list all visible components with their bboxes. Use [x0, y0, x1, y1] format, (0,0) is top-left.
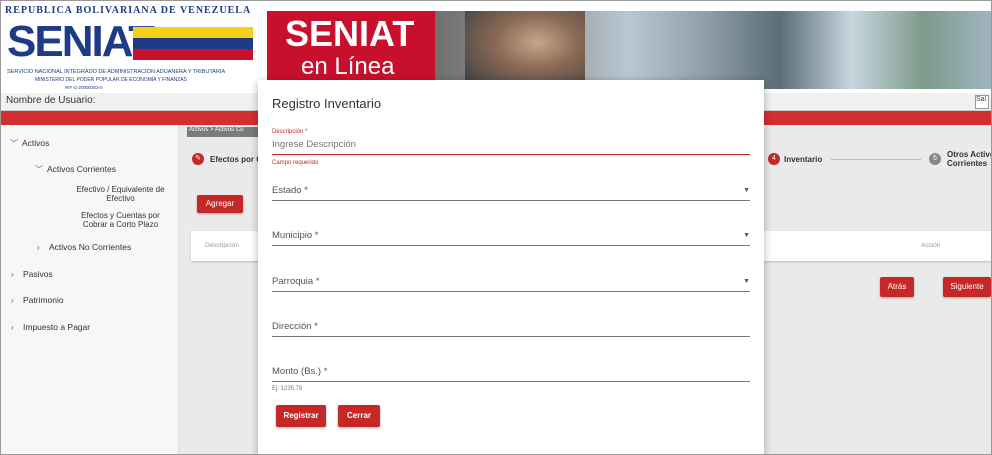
descripcion-input[interactable] [272, 139, 742, 150]
step-5-badge: 5 [929, 153, 941, 165]
dropdown-arrow-icon: ▼ [743, 278, 750, 285]
logo-wordmark: SENIAT [7, 17, 155, 66]
chevron-right-icon: › [11, 323, 14, 332]
chevron-right-icon: › [11, 270, 14, 279]
pencil-icon: ✎ [192, 153, 204, 165]
step-efectos[interactable]: Efectos por C [210, 155, 262, 164]
sidebar-item-label: Pasivos [23, 269, 53, 279]
sidebar-item-efectos[interactable]: Efectos y Cuentas por Cobrar a Corto Pla… [73, 211, 168, 229]
sidebar-item-patrimonio[interactable]: › Patrimonio [11, 295, 64, 305]
descripcion-field[interactable] [272, 139, 750, 155]
sidebar-item-activos[interactable]: ﹀ Activos [10, 138, 49, 149]
step-4-badge: 4 [768, 153, 780, 165]
sidebar-item-activos-no-corrientes[interactable]: › Activos No Corrientes [37, 242, 131, 252]
republic-line: REPUBLICA BOLIVARIANA DE VENEZUELA [5, 5, 252, 16]
registrar-button[interactable]: Registrar [276, 405, 326, 427]
direccion-field[interactable]: Dirección * [272, 321, 750, 337]
chevron-right-icon: › [37, 243, 40, 252]
flag-icon [133, 27, 253, 61]
chevron-down-icon: ﹀ [10, 139, 18, 148]
monto-field[interactable]: Monto (Bs.) * [272, 366, 750, 382]
logo-subtitle-3: RIF G-20000303-0 [65, 85, 103, 90]
sidebar-item-activos-corrientes[interactable]: ﹀ Activos Corrientes [35, 164, 116, 175]
dropdown-arrow-icon: ▼ [743, 232, 750, 239]
monto-label: Monto (Bs.) * [272, 366, 328, 377]
monto-hint: Ej: 1235,78 [272, 386, 303, 392]
step-otros-activos[interactable]: Otros Activo Corrientes [947, 150, 992, 168]
keyboard-hands-image [465, 11, 585, 89]
step-label-line: Otros Activo [947, 150, 992, 159]
step-inventario[interactable]: Inventario [784, 155, 822, 164]
siguiente-button[interactable]: Siguiente [943, 277, 991, 297]
descripcion-underline [272, 154, 750, 155]
agregar-button[interactable]: Agregar [197, 195, 243, 213]
municipio-underline [272, 245, 750, 246]
descripcion-error: Campo requerido [272, 160, 319, 166]
app-window: REPUBLICA BOLIVARIANA DE VENEZUELA SENIA… [0, 0, 992, 455]
municipio-select[interactable]: Municipio * ▼ [272, 230, 750, 246]
sidebar-item-label: Activos Corrientes [47, 164, 116, 174]
sidebar-item-label: Activos [22, 138, 50, 148]
estado-label: Estado * [272, 185, 308, 196]
column-header-descripcion: Descripción [205, 242, 239, 249]
dropdown-arrow-icon: ▼ [743, 187, 750, 194]
breadcrumb: Activos > Activos Co [187, 127, 259, 137]
sidebar-item-label: Impuesto a Pagar [23, 322, 91, 332]
seniat-logo: REPUBLICA BOLIVARIANA DE VENEZUELA SENIA… [5, 5, 260, 91]
sidebar-item-label: Activos No Corrientes [49, 242, 132, 252]
sidebar-item-label: Patrimonio [23, 295, 64, 305]
descripcion-label: Descripción * [272, 129, 308, 135]
sidebar-item-efectivo[interactable]: Efectivo / Equivalente de Efectivo [73, 185, 168, 203]
estado-select[interactable]: Estado * ▼ [272, 185, 750, 201]
sidebar-item-pasivos[interactable]: › Pasivos [11, 269, 53, 279]
column-header-accion: Acción [921, 242, 941, 249]
chevron-right-icon: › [11, 296, 14, 305]
username-label: Nombre de Usuario: [6, 95, 96, 106]
stepper-connector [831, 159, 921, 160]
cerrar-button[interactable]: Cerrar [338, 405, 380, 427]
seniat-banner: SENIAT en Línea [267, 11, 435, 89]
banner-subtitle: en Línea [301, 53, 395, 80]
monto-underline [272, 381, 750, 382]
direccion-label: Dirección * [272, 321, 318, 332]
banner-photo [435, 11, 991, 89]
banner-title: SENIAT [285, 13, 415, 54]
atras-button[interactable]: Atrás [880, 277, 914, 297]
registro-inventario-dialog: Registro Inventario Descripción * Campo … [258, 80, 764, 454]
direccion-underline [272, 336, 750, 337]
municipio-label: Municipio * [272, 230, 319, 241]
chevron-down-icon: ﹀ [35, 165, 43, 174]
logo-subtitle-1: SERVICIO NACIONAL INTEGRADO DE ADMINISTR… [7, 69, 226, 75]
step-label-line: Corrientes [947, 159, 988, 168]
exit-button[interactable]: Sal [975, 95, 989, 109]
parroquia-select[interactable]: Parroquia * ▼ [272, 276, 750, 292]
parroquia-underline [272, 291, 750, 292]
dialog-title: Registro Inventario [272, 96, 382, 111]
parroquia-label: Parroquia * [272, 276, 320, 287]
sidebar: ﹀ Activos ﹀ Activos Corrientes Efectivo / … [1, 125, 179, 454]
logo-subtitle-2: MINISTERIO DEL PODER POPULAR DE ECONOMÍA… [35, 77, 187, 83]
estado-underline [272, 200, 750, 201]
sidebar-item-impuesto[interactable]: › Impuesto a Pagar [11, 322, 90, 332]
